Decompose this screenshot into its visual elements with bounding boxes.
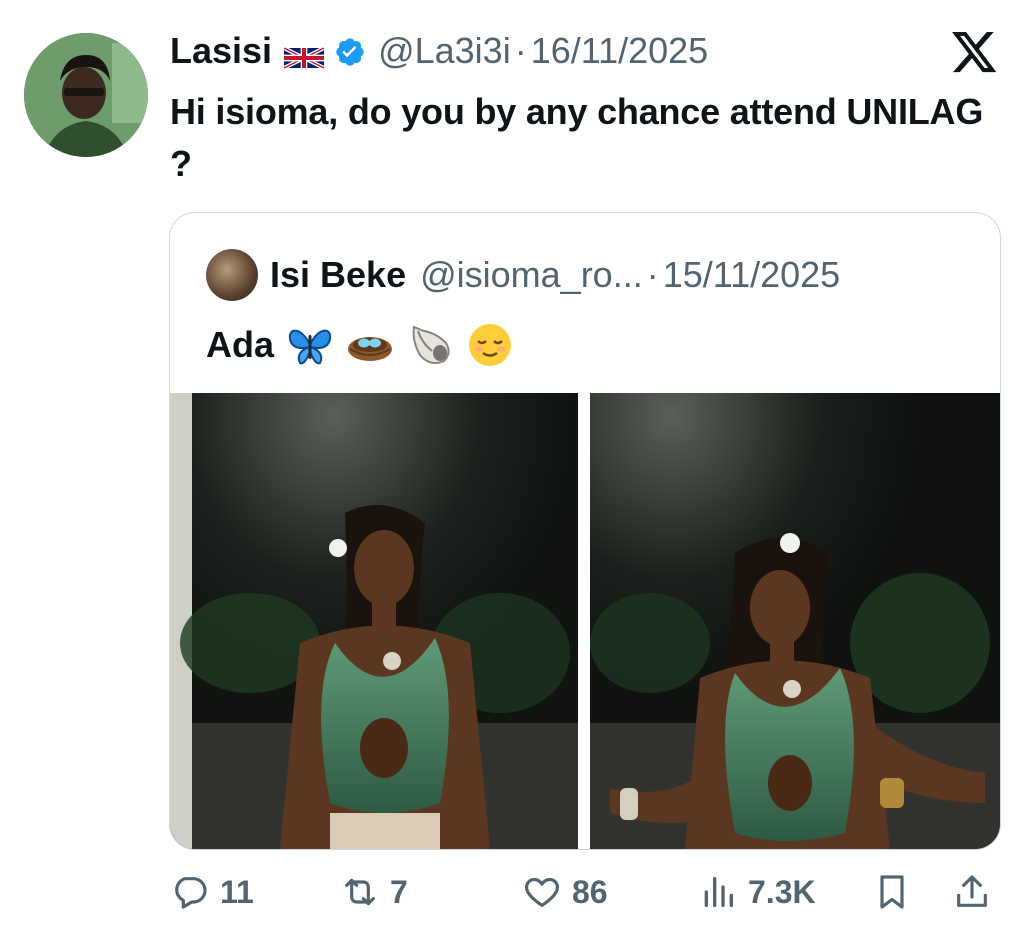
tweet-date[interactable]: 16/11/2025	[531, 30, 709, 72]
butterfly-icon	[286, 321, 334, 369]
tweet-actions: 11 7 86 7.3K	[0, 860, 1024, 924]
bookmark-button[interactable]	[872, 860, 922, 924]
reply-button[interactable]: 11	[170, 860, 254, 924]
author-avatar[interactable]	[24, 33, 148, 157]
like-count: 86	[572, 873, 608, 910]
tweet-text: Hi isioma, do you by any chance attend U…	[170, 91, 984, 184]
quoted-author-name[interactable]: Isi Beke	[270, 254, 406, 296]
bookmark-icon	[880, 875, 904, 909]
quoted-tweet-text: Ada	[206, 317, 514, 373]
repost-count: 7	[390, 873, 408, 910]
separator-dot: ·	[514, 30, 527, 71]
views-count: 7.3K	[748, 873, 816, 910]
reply-count: 11	[220, 873, 254, 910]
reply-icon	[175, 877, 207, 909]
quoted-separator-dot: ·	[646, 254, 659, 295]
quoted-author-avatar[interactable]	[206, 249, 258, 301]
quoted-tweet-header: Isi Beke @isioma_ro... · 15/11/2025	[206, 247, 840, 303]
author-handle[interactable]: @La3i3i	[378, 30, 511, 72]
quoted-tweet-media	[170, 393, 1000, 849]
uk-flag-icon	[283, 38, 325, 70]
author-name[interactable]: Lasisi	[170, 30, 272, 72]
views-button[interactable]: 7.3K	[698, 860, 816, 924]
repost-icon	[345, 878, 375, 906]
photo-right-image	[590, 393, 1000, 849]
x-logo-icon	[952, 32, 998, 74]
like-button[interactable]: 86	[522, 860, 608, 924]
views-chart-icon	[704, 877, 733, 907]
relieved-face-icon	[466, 321, 514, 369]
photo-left-image	[170, 393, 578, 849]
spiral-shell-icon	[406, 321, 454, 369]
quoted-author-handle[interactable]: @isioma_ro...	[420, 254, 643, 296]
avatar-portrait-icon	[24, 33, 148, 157]
photo-right[interactable]	[590, 393, 1000, 849]
share-icon	[957, 875, 987, 907]
tweet-header: Lasisi @La3i3i · 16/11/2025	[170, 27, 708, 75]
quoted-tweet-text-label: Ada	[206, 324, 275, 365]
verified-badge-icon[interactable]	[334, 35, 366, 67]
share-button[interactable]	[952, 860, 1002, 924]
quoted-tweet-card[interactable]: Isi Beke @isioma_ro... · 15/11/2025 Ada	[169, 212, 1001, 850]
repost-button[interactable]: 7	[340, 860, 408, 924]
nest-with-eggs-icon	[346, 321, 394, 369]
quoted-tweet-date[interactable]: 15/11/2025	[663, 254, 841, 296]
photo-left[interactable]	[170, 393, 578, 849]
heart-icon	[525, 877, 559, 907]
